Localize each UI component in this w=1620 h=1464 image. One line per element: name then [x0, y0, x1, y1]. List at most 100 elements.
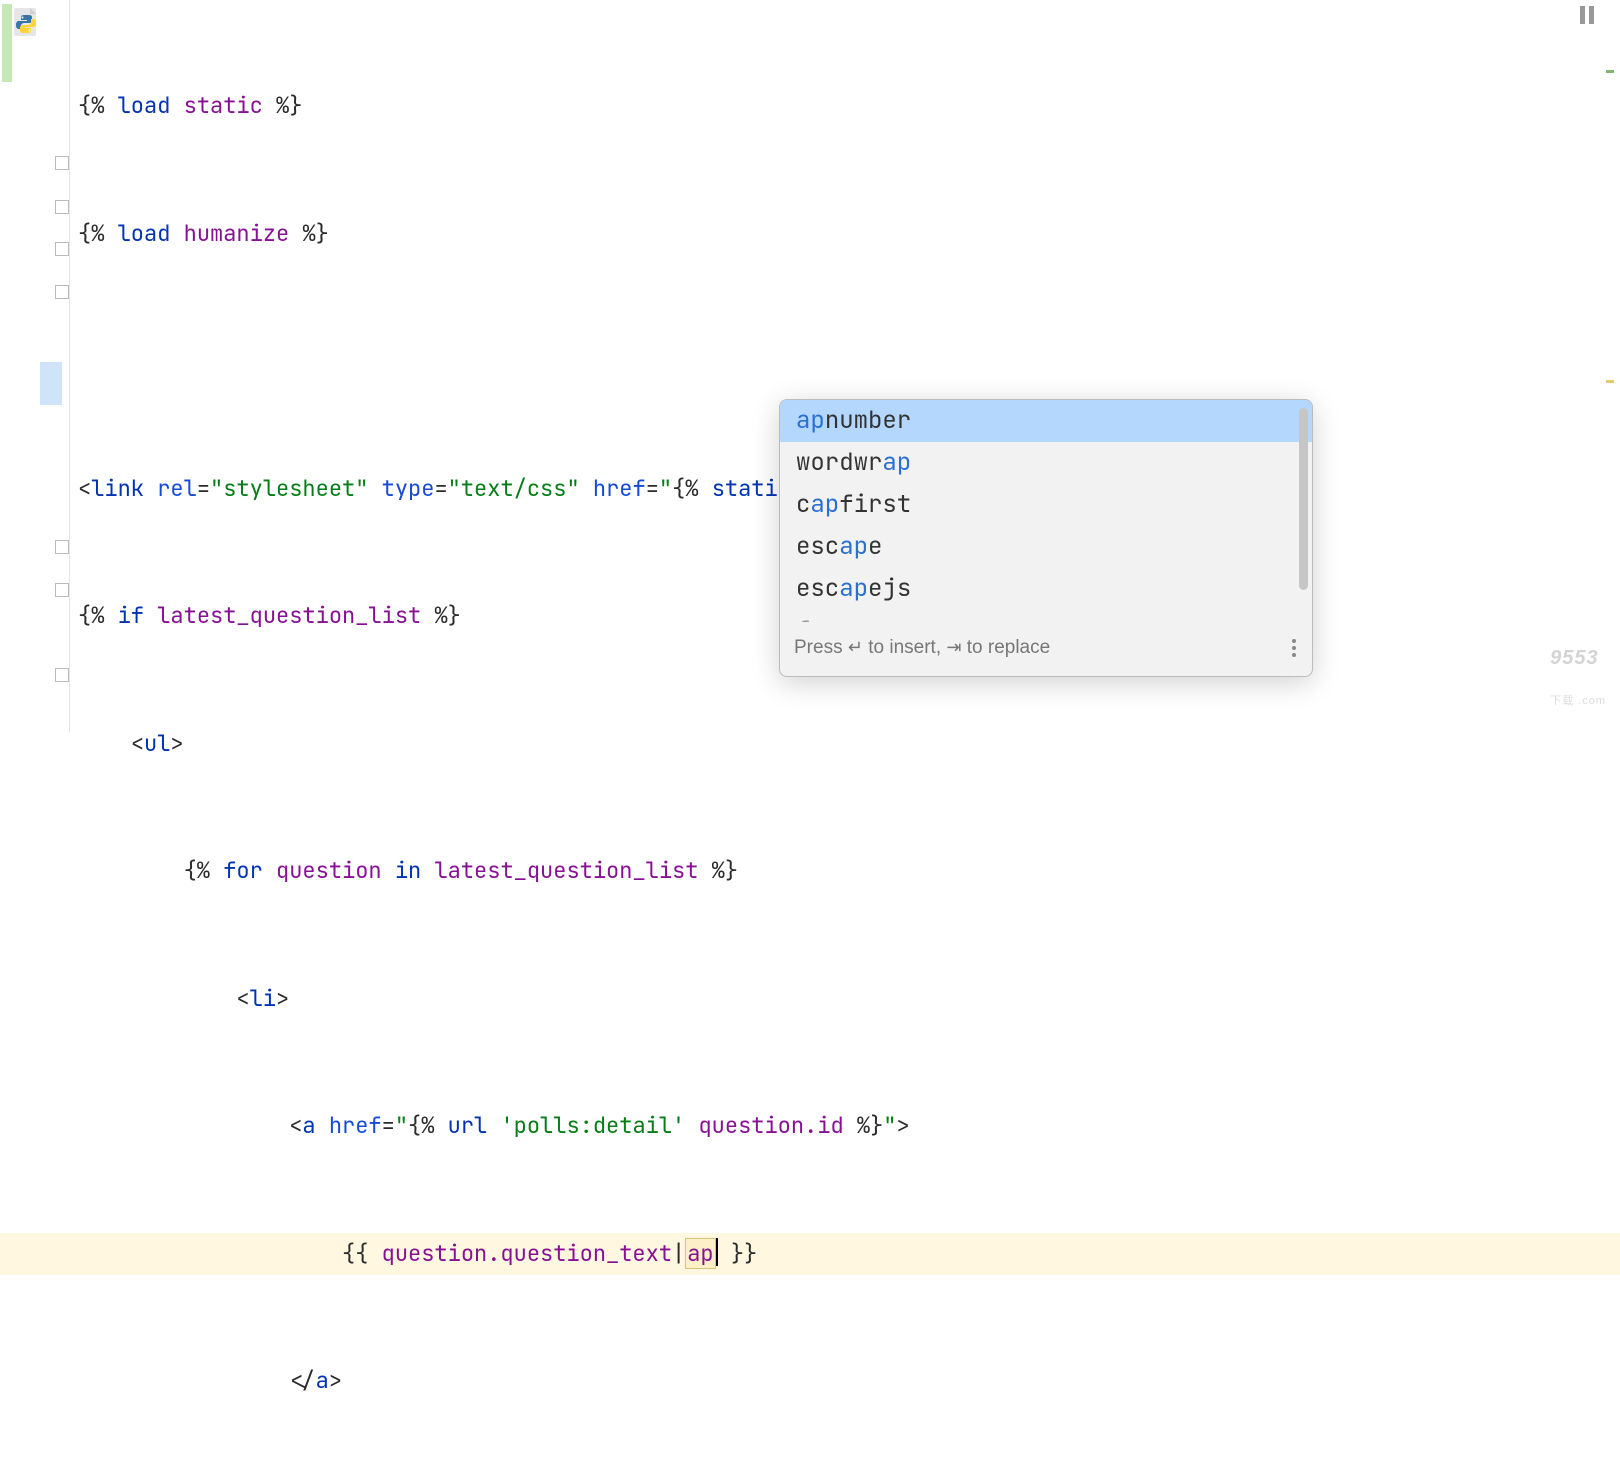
template-delim: {% — [184, 856, 210, 885]
template-identifier: humanize — [184, 219, 290, 248]
completion-item[interactable]: apnumber — [780, 400, 1312, 442]
template-delim: %} — [434, 601, 460, 630]
template-delim: %} — [302, 219, 328, 248]
template-delim: {% — [672, 474, 698, 503]
completion-item[interactable]: escapejs — [780, 568, 1312, 610]
fold-toggle[interactable] — [55, 200, 69, 214]
html-attr: rel — [157, 474, 197, 503]
tag-delim: < — [131, 729, 144, 758]
string: " — [883, 1111, 896, 1140]
code-line[interactable]: <ul> — [78, 723, 1620, 766]
tag-delim: > — [276, 984, 289, 1013]
completion-text: number — [825, 405, 911, 436]
watermark-main: 9553 — [1550, 647, 1599, 669]
completion-scrollbar[interactable] — [1299, 408, 1308, 590]
code-line-current[interactable]: {{ question.question_text|ap }} — [0, 1233, 1620, 1276]
tag-delim: </ — [289, 1366, 315, 1395]
hint-text: Press — [794, 637, 848, 658]
completion-text: wordwr — [796, 447, 882, 478]
template-keyword: load — [118, 219, 171, 248]
html-attr: href — [593, 474, 646, 503]
code-line[interactable]: </a> — [78, 1360, 1620, 1403]
completion-item[interactable]: capfirst — [780, 484, 1312, 526]
completion-item[interactable]: wordwrap — [780, 442, 1312, 484]
match-fragment: ap — [810, 489, 839, 520]
template-delim: }} — [731, 1239, 757, 1268]
template-identifier: question.question_text — [382, 1239, 672, 1268]
template-keyword: in — [395, 856, 421, 885]
tag-delim: < — [236, 984, 249, 1013]
completion-text: ejs — [868, 573, 911, 604]
html-attr: href — [329, 1111, 382, 1140]
python-file-icon — [10, 6, 42, 38]
template-delim: %} — [857, 1111, 883, 1140]
string: "text/css" — [448, 474, 580, 503]
code-line[interactable]: {% load static %} — [78, 85, 1620, 128]
completion-item[interactable]: force_escape — [780, 610, 1312, 622]
tag-delim: > — [896, 1111, 909, 1140]
fold-toggle[interactable] — [55, 242, 69, 256]
template-keyword: load — [118, 91, 171, 120]
completion-text: esc — [796, 531, 839, 562]
fold-toggle[interactable] — [55, 583, 69, 597]
watermark: 9553 下载 .com — [1550, 637, 1606, 722]
match-fragment: ap — [796, 405, 825, 436]
string: "stylesheet" — [210, 474, 368, 503]
completion-list[interactable]: apnumber wordwrap capfirst escape escape… — [780, 400, 1312, 622]
tab-key-icon: ⇥ — [946, 637, 961, 657]
tag-delim: < — [78, 474, 91, 503]
current-line-gutter-highlight — [40, 362, 62, 405]
code-line[interactable]: {% for question in latest_question_list … — [78, 850, 1620, 893]
template-delim: {% — [408, 1111, 434, 1140]
text-caret — [716, 1238, 718, 1266]
editor-gutter — [0, 0, 70, 732]
completion-text: first — [839, 489, 911, 520]
watermark-sub: 下载 .com — [1550, 680, 1606, 723]
match-fragment: ap — [926, 615, 955, 622]
fold-toggle[interactable] — [55, 668, 69, 682]
tag-delim: > — [170, 729, 183, 758]
template-delim: {% — [78, 91, 104, 120]
match-fragment: ap — [882, 447, 911, 478]
completion-footer: Press ↵ to insert, ⇥ to replace — [780, 622, 1312, 676]
completion-text: c — [796, 489, 810, 520]
hint-text: to replace — [961, 637, 1050, 658]
hint-text: to insert, — [863, 637, 946, 658]
code-completion-popup[interactable]: apnumber wordwrap capfirst escape escape… — [779, 399, 1313, 677]
match-fragment: ap — [839, 573, 868, 604]
html-tag: li — [250, 984, 276, 1013]
html-tag: link — [91, 474, 144, 503]
completion-hint: Press ↵ to insert, ⇥ to replace — [794, 626, 1050, 670]
template-identifier: latest_question_list — [157, 601, 421, 630]
string: " — [395, 1111, 408, 1140]
match-fragment: ap — [839, 531, 868, 562]
completion-text: e — [954, 615, 968, 622]
code-line[interactable] — [78, 340, 1620, 383]
fold-toggle[interactable] — [55, 156, 69, 170]
completion-text: e — [868, 531, 882, 562]
html-tag: ul — [144, 729, 170, 758]
code-editor[interactable]: {% load static %} {% load humanize %} <l… — [78, 0, 1620, 1464]
enter-key-icon: ↵ — [848, 637, 863, 657]
filter-typed-text: ap — [685, 1238, 715, 1269]
string: 'polls:detail' — [500, 1111, 685, 1140]
html-tag: a — [316, 1366, 329, 1395]
more-options-icon[interactable] — [1288, 635, 1300, 661]
tag-delim: < — [289, 1111, 302, 1140]
completion-text: force_esc — [796, 615, 926, 622]
code-line[interactable]: <a href="{% url 'polls:detail' question.… — [78, 1105, 1620, 1148]
completion-text: esc — [796, 573, 839, 604]
html-attr: type — [382, 474, 435, 503]
html-tag: a — [302, 1111, 315, 1140]
template-identifier: question — [276, 856, 382, 885]
template-keyword: for — [223, 856, 263, 885]
fold-toggle[interactable] — [55, 540, 69, 554]
code-line[interactable]: <li> — [78, 978, 1620, 1021]
template-delim: {{ — [342, 1239, 368, 1268]
fold-toggle[interactable] — [55, 285, 69, 299]
code-line[interactable]: {% load humanize %} — [78, 213, 1620, 256]
completion-item[interactable]: escape — [780, 526, 1312, 568]
string: " — [659, 474, 672, 503]
pipe: | — [672, 1239, 685, 1268]
template-delim: {% — [78, 219, 104, 248]
